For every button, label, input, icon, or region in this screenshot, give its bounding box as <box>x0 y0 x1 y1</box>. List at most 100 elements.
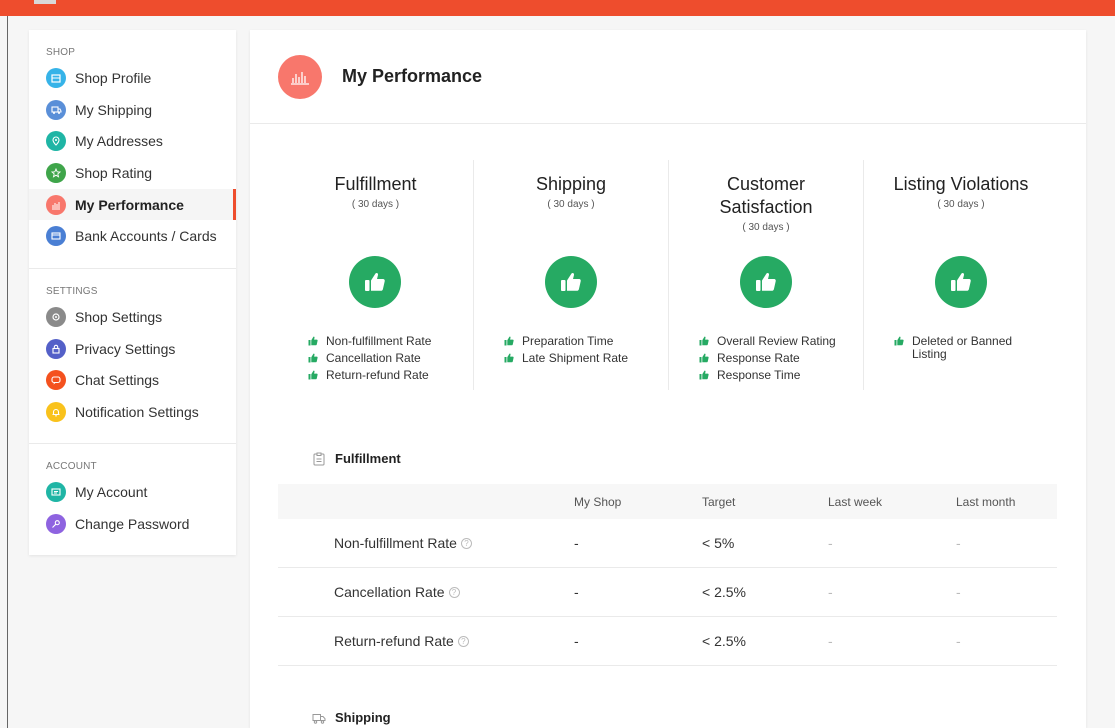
metric-name-cell: Return-refund Rate? <box>278 633 574 649</box>
chart-icon <box>278 54 322 99</box>
metric-period: ( 30 days ) <box>351 199 400 210</box>
metric-card-listing-violations: Listing Violations ( 30 days ) Deleted o… <box>863 160 1058 390</box>
truck-icon <box>312 713 326 724</box>
last-week-cell: - <box>828 535 833 551</box>
sidebar-item-bank-accounts[interactable]: Bank Accounts / Cards <box>29 220 236 252</box>
main-panel: My Performance Fulfillment ( 30 days ) N… <box>250 30 1086 728</box>
sidebar-item-shop-profile[interactable]: Shop Profile <box>29 62 236 94</box>
target-cell: < 2.5% <box>702 584 746 600</box>
thumbs-up-icon <box>699 370 709 380</box>
thumbs-up-icon <box>545 256 597 308</box>
last-week-cell: - <box>828 633 833 649</box>
thumbs-up-icon <box>349 256 401 308</box>
sidebar-item-my-account[interactable]: My Account <box>29 476 236 508</box>
target-cell: < 5% <box>702 535 735 551</box>
thumbs-up-icon <box>308 336 318 346</box>
sidebar-item-change-password[interactable]: Change Password <box>29 508 236 540</box>
help-icon[interactable]: ? <box>448 586 460 598</box>
metric-item: Return-refund Rate <box>308 365 431 382</box>
last-month-cell: - <box>956 633 961 649</box>
column-header: Last month <box>956 494 1016 509</box>
metric-item: Overall Review Rating <box>699 331 836 348</box>
navbar-stub <box>34 0 56 4</box>
sidebar-item-my-addresses[interactable]: My Addresses <box>29 125 236 157</box>
column-header: Target <box>702 494 736 509</box>
sidebar-item-label: Bank Accounts / Cards <box>75 228 217 245</box>
bell-icon <box>46 401 66 422</box>
sidebar-item-shop-settings[interactable]: Shop Settings <box>29 301 236 333</box>
metric-title: Listing Violations <box>893 174 1029 194</box>
my-shop-cell: - <box>574 535 579 551</box>
truck-icon <box>46 99 66 120</box>
metric-title: Fulfillment <box>334 174 417 194</box>
metric-period: ( 30 days ) <box>937 199 985 210</box>
thumbs-up-icon <box>504 336 514 346</box>
sidebar-item-label: Shop Settings <box>75 308 163 325</box>
metric-card-fulfillment: Fulfillment ( 30 days ) Non-fulfillment … <box>278 160 473 390</box>
thumbs-up-icon <box>504 353 514 363</box>
sidebar-item-label: My Account <box>75 483 148 500</box>
metric-item: Deleted or Banned Listing <box>894 331 1034 361</box>
sidebar: SHOP Shop Profile My Shipping My Address… <box>29 30 236 555</box>
window-edge <box>7 16 8 728</box>
metric-items: Deleted or Banned Listing <box>894 331 1034 361</box>
store-icon <box>46 67 66 88</box>
shipping-section-title: Shipping <box>312 710 391 725</box>
chat-icon <box>46 370 66 391</box>
id-card-icon <box>46 481 66 502</box>
metric-title: Customer Satisfaction <box>719 174 813 217</box>
sidebar-item-notification-settings[interactable]: Notification Settings <box>29 396 236 428</box>
sidebar-item-privacy-settings[interactable]: Privacy Settings <box>29 333 236 365</box>
sidebar-section-title: SHOP <box>46 47 76 58</box>
sidebar-section-settings: SETTINGS Shop Settings Privacy Settings … <box>29 268 236 443</box>
metric-item: Preparation Time <box>504 331 628 348</box>
column-header: My Shop <box>574 494 622 509</box>
metrics-summary: Fulfillment ( 30 days ) Non-fulfillment … <box>278 160 1058 390</box>
page-title: My Performance <box>342 66 483 86</box>
thumbs-up-icon <box>935 256 987 308</box>
sidebar-item-chat-settings[interactable]: Chat Settings <box>29 364 236 396</box>
top-navbar <box>0 0 1115 16</box>
clipboard-icon <box>313 452 325 465</box>
sidebar-item-label: Notification Settings <box>75 403 199 420</box>
table-row: Non-fulfillment Rate? - < 5% - - <box>278 519 1057 568</box>
thumbs-up-icon <box>740 256 792 308</box>
sidebar-item-my-shipping[interactable]: My Shipping <box>29 94 236 126</box>
chart-icon <box>46 194 66 215</box>
fulfillment-section-title: Fulfillment <box>312 451 401 466</box>
thumbs-up-icon <box>699 336 709 346</box>
last-week-cell: - <box>828 584 833 600</box>
table-row: Return-refund Rate? - < 2.5% - - <box>278 617 1057 666</box>
gear-icon <box>46 306 66 327</box>
metric-name-cell: Non-fulfillment Rate? <box>278 535 574 551</box>
sidebar-item-label: My Addresses <box>75 133 163 150</box>
sidebar-item-label: My Shipping <box>75 101 153 118</box>
help-icon[interactable]: ? <box>457 635 469 647</box>
sidebar-section-title: ACCOUNT <box>46 461 97 472</box>
metric-item: Response Time <box>699 365 836 382</box>
metric-period: ( 30 days ) <box>547 199 595 210</box>
key-icon <box>46 513 66 534</box>
thumbs-up-icon <box>308 370 318 380</box>
table-header: My Shop Target Last week Last month <box>278 484 1057 519</box>
my-shop-cell: - <box>574 584 579 600</box>
metric-items: Non-fulfillment Rate Cancellation Rate R… <box>308 331 431 382</box>
sidebar-item-shop-rating[interactable]: Shop Rating <box>29 157 236 189</box>
metric-card-shipping: Shipping ( 30 days ) Preparation Time La… <box>473 160 668 390</box>
sidebar-section-shop: SHOP Shop Profile My Shipping My Address… <box>29 30 236 268</box>
sidebar-item-label: Privacy Settings <box>75 340 176 357</box>
metric-card-customer-satisfaction: Customer Satisfaction ( 30 days ) Overal… <box>668 160 863 390</box>
table-row: Cancellation Rate? - < 2.5% - - <box>278 568 1057 617</box>
sidebar-item-label: Change Password <box>75 515 190 532</box>
sidebar-section-account: ACCOUNT My Account Change Password <box>29 443 236 539</box>
star-icon <box>46 162 66 183</box>
fulfillment-table: My Shop Target Last week Last month Non-… <box>278 484 1057 666</box>
metric-title: Shipping <box>535 174 607 194</box>
sidebar-section-title: SETTINGS <box>46 286 98 297</box>
lock-icon <box>46 338 66 359</box>
sidebar-item-my-performance[interactable]: My Performance <box>29 188 236 221</box>
thumbs-up-icon <box>894 336 904 346</box>
page-header: My Performance <box>250 30 1086 124</box>
metric-period: ( 30 days ) <box>742 222 790 233</box>
help-icon[interactable]: ? <box>460 537 472 549</box>
